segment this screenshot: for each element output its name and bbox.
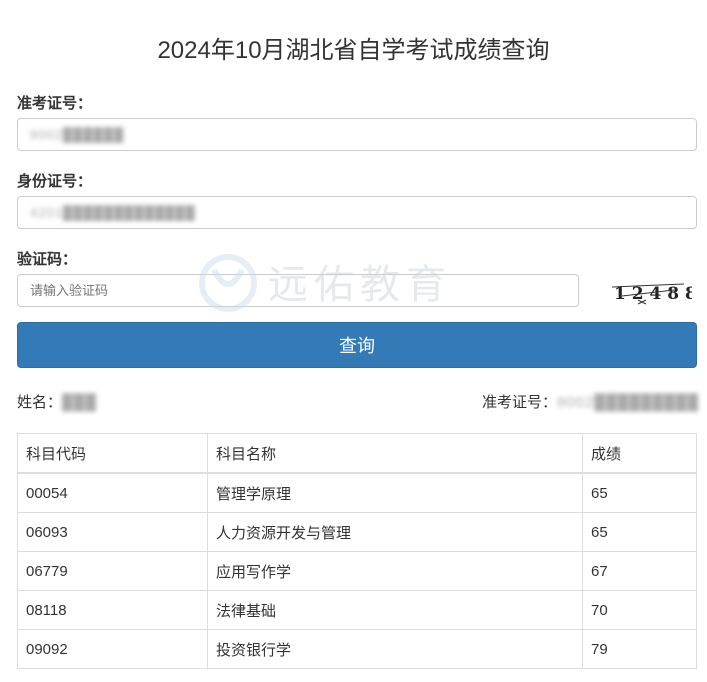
header-subject-code: 科目代码 xyxy=(17,433,208,474)
table-header-row: 科目代码 科目名称 成绩 xyxy=(17,433,697,474)
id-number-input[interactable]: 4201█████████████ xyxy=(17,196,697,229)
result-name: 姓名：███ xyxy=(17,391,97,412)
score: 65 xyxy=(582,472,697,513)
page-title: 2024年10月湖北省自学考试成绩查询 xyxy=(157,37,550,64)
score: 67 xyxy=(582,551,697,591)
captcha-input[interactable] xyxy=(17,274,579,307)
header-subject-name: 科目名称 xyxy=(207,433,583,474)
id-number-value: 4201█████████████ xyxy=(30,205,196,220)
subject-code: 00054 xyxy=(17,472,208,513)
subject-name: 投资银行学 xyxy=(207,629,583,669)
score: 79 xyxy=(582,629,697,669)
subject-code: 06093 xyxy=(17,512,208,552)
score: 70 xyxy=(582,590,697,630)
name-label: 姓名： xyxy=(17,394,63,411)
subject-code: 08118 xyxy=(17,590,208,630)
table-row: 09092 投资银行学 79 xyxy=(17,629,697,669)
table-row: 00054 管理学原理 65 xyxy=(17,472,697,513)
header-score: 成绩 xyxy=(582,433,697,474)
subject-name: 法律基础 xyxy=(207,590,583,630)
query-button[interactable]: 查询 xyxy=(17,322,697,368)
table-row: 08118 法律基础 70 xyxy=(17,590,697,630)
subject-name: 应用写作学 xyxy=(207,551,583,591)
subject-name: 人力资源开发与管理 xyxy=(207,512,583,552)
result-ticket-label: 准考证号： xyxy=(481,394,557,411)
captcha-label: 验证码： xyxy=(17,251,78,268)
result-ticket-value: 9002█████████ xyxy=(556,394,699,411)
subject-name: 管理学原理 xyxy=(207,472,583,513)
ticket-number-input[interactable]: 9002██████ xyxy=(17,118,697,151)
table-row: 06779 应用写作学 67 xyxy=(17,551,697,591)
name-value: ███ xyxy=(62,394,97,411)
captcha-text: 1 2 4 8 8 xyxy=(614,284,692,304)
scores-table: 科目代码 科目名称 成绩 00054 管理学原理 65 06093 人力资源开发… xyxy=(17,433,697,669)
result-ticket-number: 准考证号：9002█████████ xyxy=(482,391,699,412)
ticket-number-value: 9002██████ xyxy=(30,127,125,142)
ticket-number-label: 准考证号： xyxy=(17,95,93,112)
score: 65 xyxy=(582,512,697,552)
id-number-label: 身份证号： xyxy=(17,173,93,190)
captcha-image[interactable]: 1 2 4 8 8 xyxy=(612,278,692,306)
table-row: 06093 人力资源开发与管理 65 xyxy=(17,512,697,552)
subject-code: 09092 xyxy=(17,629,208,669)
subject-code: 06779 xyxy=(17,551,208,591)
